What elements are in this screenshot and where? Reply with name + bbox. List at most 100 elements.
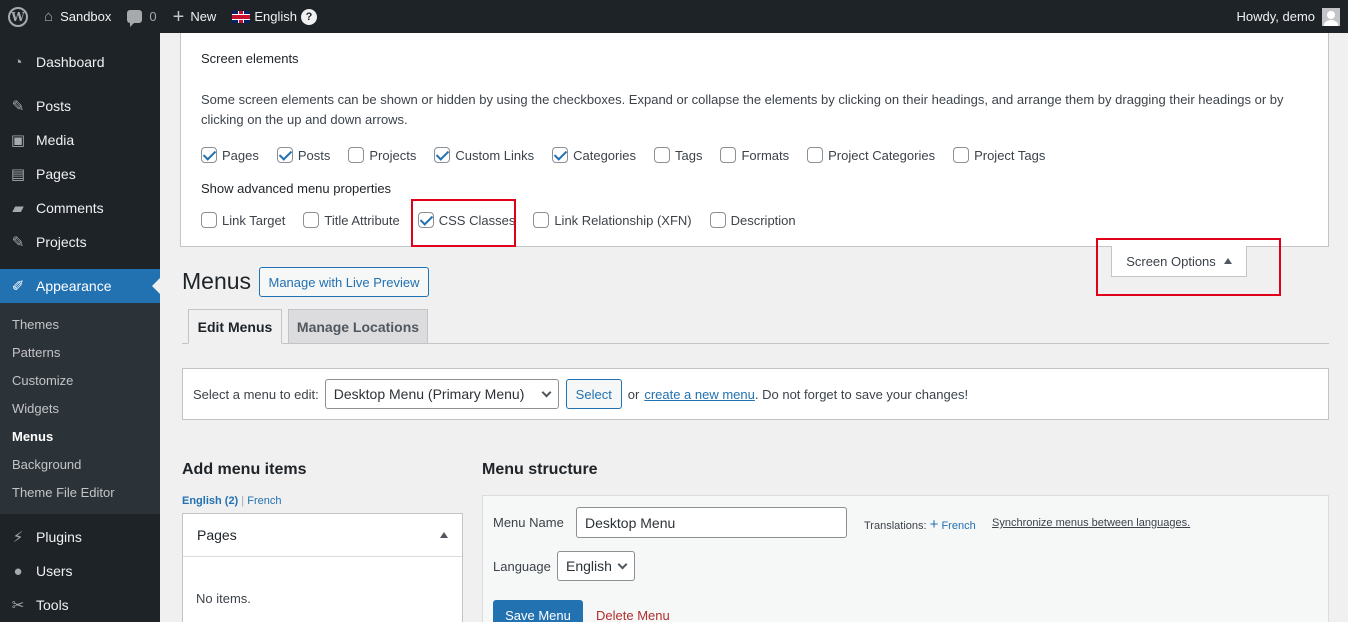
submenu-widgets[interactable]: Widgets (0, 394, 160, 422)
sidebar-item-comments[interactable]: ▰ Comments (0, 191, 160, 225)
tab-edit-menus[interactable]: Edit Menus (188, 309, 282, 344)
save-menu-button[interactable]: Save Menu (493, 600, 583, 622)
or-text: or (627, 386, 640, 402)
new-label: New (190, 9, 217, 24)
highlight-screen-options (1096, 238, 1281, 296)
pages-panel: Pages No items. (182, 513, 463, 622)
checkbox[interactable] (720, 147, 737, 163)
menu-name-label: Menu Name (493, 515, 564, 530)
save-reminder-text: . Do not forget to save your changes! (754, 386, 969, 402)
language-select[interactable]: English (557, 551, 635, 581)
user-icon: ● (13, 562, 23, 580)
toggle-project-categories[interactable]: Project Categories (807, 147, 935, 163)
menu-name-input[interactable]: Desktop Menu (576, 507, 847, 538)
toggle-link-target[interactable]: Link Target (201, 212, 285, 228)
dashboard-icon: ◔ (13, 53, 23, 71)
sidebar-item-posts[interactable]: ✎ Posts (0, 89, 160, 123)
sync-menus-link[interactable]: Synchronize menus between languages. (992, 517, 1190, 529)
menu-structure-header: Menu Name Desktop Menu Translations: + F… (482, 495, 1329, 622)
checkbox[interactable] (709, 212, 726, 228)
submenu-themes[interactable]: Themes (0, 310, 160, 338)
chevron-down-icon (541, 387, 552, 397)
translations-label: Translations: + French (864, 516, 976, 533)
home-icon: ⌂ (44, 8, 54, 25)
lang-french-link[interactable]: French (247, 495, 281, 507)
toggle-projects[interactable]: Projects (348, 147, 416, 163)
create-menu-link[interactable]: create a new menu (644, 387, 755, 402)
checkbox[interactable] (533, 212, 550, 228)
new-content-menu[interactable]: + New (165, 0, 225, 33)
tab-manage-locations[interactable]: Manage Locations (288, 309, 428, 344)
checkbox[interactable] (552, 147, 569, 163)
menu-structure-heading: Menu structure (482, 461, 598, 478)
help-icon[interactable]: ? (300, 8, 317, 25)
submenu-background[interactable]: Background (0, 450, 160, 478)
lang-english-link[interactable]: English (2) (182, 495, 238, 507)
checkbox[interactable] (953, 147, 970, 163)
toggle-link-relationship[interactable]: Link Relationship (XFN) (533, 212, 692, 228)
sidebar-item-media[interactable]: ▣ Media (0, 123, 160, 157)
pin-icon: ✎ (11, 234, 25, 251)
sidebar-item-appearance[interactable]: ✐ Appearance (0, 269, 160, 303)
checkbox[interactable] (276, 147, 293, 163)
toggle-categories[interactable]: Categories (552, 147, 636, 163)
submenu-patterns[interactable]: Patterns (0, 338, 160, 366)
checkbox[interactable] (201, 147, 217, 163)
comment-icon: ▰ (12, 200, 24, 217)
lang-separator: | (241, 495, 245, 507)
submenu-customize[interactable]: Customize (0, 366, 160, 394)
wrench-icon: ✂ (11, 597, 25, 614)
wp-logo-button[interactable]: W (0, 0, 36, 33)
submenu-menus[interactable]: Menus (0, 422, 160, 450)
delete-menu-link[interactable]: Delete Menu (596, 608, 670, 622)
toggle-tags[interactable]: Tags (653, 147, 702, 163)
toggle-title-attribute[interactable]: Title Attribute (303, 212, 400, 228)
sidebar-item-plugins[interactable]: ⚡ Plugins (0, 520, 160, 554)
select-menu-button[interactable]: Select (565, 379, 622, 409)
arrow-up-icon (440, 532, 448, 538)
comments-link[interactable]: 0 (119, 0, 164, 33)
translation-french-link[interactable]: French (941, 520, 975, 532)
screen-elements-description: Some screen elements can be shown or hid… (201, 92, 1284, 127)
media-icon: ▣ (10, 132, 26, 149)
menu-select-dropdown[interactable]: Desktop Menu (Primary Menu) (324, 379, 559, 409)
toggle-description[interactable]: Description (709, 212, 796, 228)
submenu-theme-file-editor[interactable]: Theme File Editor (0, 478, 160, 506)
toggle-project-tags[interactable]: Project Tags (953, 147, 1045, 163)
checkbox[interactable] (434, 147, 451, 163)
sidebar-item-pages[interactable]: ▤ Pages (0, 157, 160, 191)
sidebar-item-dashboard[interactable]: ◔ Dashboard (0, 45, 160, 79)
live-preview-button[interactable]: Manage with Live Preview (259, 267, 429, 297)
checkbox[interactable] (303, 212, 320, 228)
uk-flag-icon (232, 10, 251, 23)
toggle-posts[interactable]: Posts (276, 147, 330, 163)
pin-icon: ✎ (11, 98, 25, 115)
site-name: Sandbox (60, 9, 112, 24)
screen-elements-checkboxes: Pages Posts Projects Custom Links Catego… (201, 147, 1063, 163)
checkbox[interactable] (653, 147, 670, 163)
comment-icon (127, 10, 143, 27)
sidebar-item-users[interactable]: ● Users (0, 554, 160, 588)
plus-icon: + (929, 516, 939, 533)
brush-icon: ✐ (11, 278, 25, 295)
checkbox[interactable] (201, 212, 217, 228)
checkbox[interactable] (348, 147, 365, 163)
toggle-formats[interactable]: Formats (720, 147, 789, 163)
toggle-pages[interactable]: Pages (201, 147, 259, 163)
avatar (1322, 7, 1340, 26)
wordpress-icon: W (8, 6, 28, 27)
sidebar-item-tools[interactable]: ✂ Tools (0, 588, 160, 622)
pages-panel-header[interactable]: Pages (183, 514, 462, 557)
admin-bar: W ⌂ Sandbox 0 + New English ? Howdy, dem… (0, 0, 1348, 33)
plug-icon: ⚡ (12, 529, 24, 546)
checkbox[interactable] (807, 147, 824, 163)
site-name-link[interactable]: ⌂ Sandbox (36, 0, 119, 33)
language-switcher[interactable]: English ? (224, 0, 325, 33)
sidebar-item-projects[interactable]: ✎ Projects (0, 225, 160, 259)
advanced-properties-heading: Show advanced menu properties (201, 181, 392, 196)
pages-panel-empty: No items. (196, 591, 251, 606)
account-menu[interactable]: Howdy, demo (1228, 0, 1348, 33)
toggle-custom-links[interactable]: Custom Links (434, 147, 534, 163)
highlight-css-classes (411, 199, 516, 247)
add-menu-items-heading: Add menu items (182, 461, 307, 478)
